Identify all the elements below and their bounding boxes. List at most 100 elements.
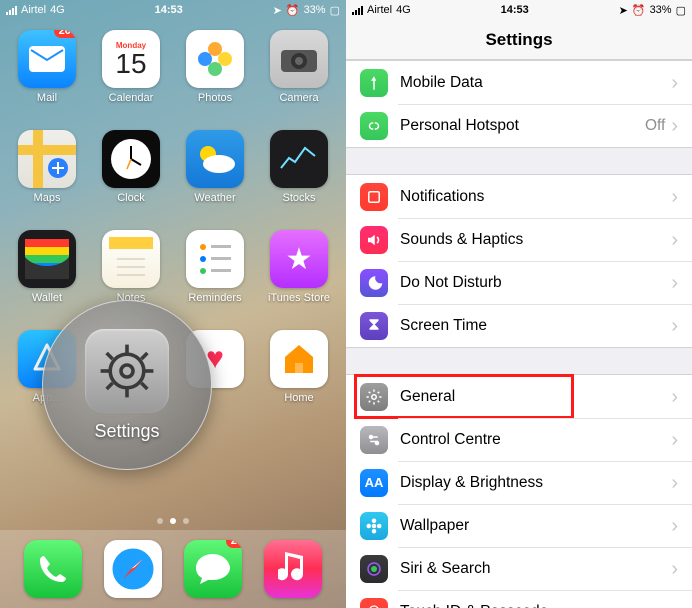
chevron-right-icon: › xyxy=(671,316,678,336)
touchid-icon xyxy=(360,598,388,608)
row-label: Do Not Disturb xyxy=(400,274,671,292)
row-label: General xyxy=(400,388,671,406)
dock-music[interactable] xyxy=(264,540,322,598)
page-title: Settings xyxy=(346,20,692,60)
chevron-right-icon: › xyxy=(671,187,678,207)
dock-messages[interactable]: 28 xyxy=(184,540,242,598)
row-label: Touch ID & Passcode xyxy=(400,603,671,608)
chevron-right-icon: › xyxy=(671,230,678,250)
app-label: iTunes Store xyxy=(268,292,330,304)
personal-hotspot-icon xyxy=(360,112,388,140)
dock-safari[interactable] xyxy=(104,540,162,598)
control-centre-icon xyxy=(360,426,388,454)
location-icon: ➤ xyxy=(619,4,628,17)
row-general[interactable]: General› xyxy=(346,375,692,418)
app-label: Photos xyxy=(198,92,232,104)
weather-icon xyxy=(186,130,244,188)
carrier-label: Airtel xyxy=(367,4,392,16)
general-icon xyxy=(360,383,388,411)
row-dnd[interactable]: Do Not Disturb› xyxy=(346,261,692,304)
app-weather[interactable]: Weather xyxy=(180,130,250,226)
mail-icon: 204 xyxy=(18,30,76,88)
carrier-label: Airtel xyxy=(21,4,46,16)
row-screen-time[interactable]: Screen Time› xyxy=(346,304,692,347)
row-notifications[interactable]: Notifications› xyxy=(346,175,692,218)
app-wallet[interactable]: Wallet xyxy=(12,230,82,326)
app-calendar[interactable]: Monday15 Calendar xyxy=(96,30,166,126)
row-label: Siri & Search xyxy=(400,560,671,578)
signal-icon xyxy=(6,6,17,15)
row-label: Screen Time xyxy=(400,317,671,335)
app-label: Stocks xyxy=(282,192,315,204)
app-photos[interactable]: Photos xyxy=(180,30,250,126)
app-label: Weather xyxy=(194,192,235,204)
app-clock[interactable]: Clock xyxy=(96,130,166,226)
settings-group: Notifications›Sounds & Haptics›Do Not Di… xyxy=(346,174,692,348)
home-icon xyxy=(270,330,328,388)
chevron-right-icon: › xyxy=(671,116,678,136)
siri-icon xyxy=(360,555,388,583)
app-reminders[interactable]: Reminders xyxy=(180,230,250,326)
dock-phone[interactable] xyxy=(24,540,82,598)
calendar-icon: Monday15 xyxy=(102,30,160,88)
app-itunes[interactable]: ★ iTunes Store xyxy=(264,230,334,326)
app-label: Wallet xyxy=(32,292,62,304)
app-home[interactable]: Home xyxy=(264,330,334,426)
settings-app-icon[interactable] xyxy=(85,329,169,413)
app-label: Calendar xyxy=(109,92,154,104)
row-label: Display & Brightness xyxy=(400,474,671,492)
row-display[interactable]: AA Display & Brightness› xyxy=(346,461,692,504)
badge: 204 xyxy=(54,30,76,38)
wallet-icon xyxy=(18,230,76,288)
photos-icon xyxy=(186,30,244,88)
app-label: Home xyxy=(284,392,313,404)
row-touchid[interactable]: Touch ID & Passcode› xyxy=(346,590,692,608)
settings-list[interactable]: Mobile Data›Personal HotspotOff›Notifica… xyxy=(346,60,692,608)
settings-group: Mobile Data› Personal HotspotOff › xyxy=(346,60,692,148)
row-label: Personal Hotspot xyxy=(400,117,645,135)
display-icon: AA xyxy=(360,469,388,497)
row-sounds[interactable]: Sounds & Haptics› xyxy=(346,218,692,261)
chevron-right-icon: › xyxy=(671,387,678,407)
itunes-icon: ★ xyxy=(270,230,328,288)
row-wallpaper[interactable]: Wallpaper› xyxy=(346,504,692,547)
badge: 28 xyxy=(226,540,242,548)
settings-magnifier: Settings xyxy=(42,300,212,470)
row-personal-hotspot[interactable]: Personal HotspotOff › xyxy=(346,104,692,147)
row-siri[interactable]: Siri & Search› xyxy=(346,547,692,590)
notifications-icon xyxy=(360,183,388,211)
app-mail[interactable]: 204 Mail xyxy=(12,30,82,126)
battery-icon: ▢ xyxy=(330,4,340,17)
status-bar-left: Airtel 4G 14:53 ➤ ⏰ 33% ▢ xyxy=(0,0,346,20)
status-bar-right: Airtel 4G 14:53 ➤ ⏰ 33% ▢ xyxy=(346,0,692,20)
app-maps[interactable]: Maps xyxy=(12,130,82,226)
dock: 28 xyxy=(0,530,346,608)
network-label: 4G xyxy=(396,4,411,16)
camera-icon xyxy=(270,30,328,88)
row-control-centre[interactable]: Control Centre› xyxy=(346,418,692,461)
wallpaper-icon xyxy=(360,512,388,540)
alarm-icon: ⏰ xyxy=(632,4,646,17)
chevron-right-icon: › xyxy=(671,473,678,493)
app-label: Clock xyxy=(117,192,145,204)
app-label: Maps xyxy=(34,192,61,204)
row-value: Off xyxy=(645,117,665,135)
mobile-data-icon xyxy=(360,69,388,97)
page-dots[interactable] xyxy=(0,518,346,524)
row-label: Wallpaper xyxy=(400,517,671,535)
app-label: Camera xyxy=(279,92,318,104)
reminders-icon xyxy=(186,230,244,288)
app-camera[interactable]: Camera xyxy=(264,30,334,126)
chevron-right-icon: › xyxy=(671,273,678,293)
dnd-icon xyxy=(360,269,388,297)
notes-icon xyxy=(102,230,160,288)
row-label: Sounds & Haptics xyxy=(400,231,671,249)
row-mobile-data[interactable]: Mobile Data› xyxy=(346,61,692,104)
app-label: Mail xyxy=(37,92,57,104)
home-screen: Airtel 4G 14:53 ➤ ⏰ 33% ▢ 204 Mail Monday1… xyxy=(0,0,346,608)
stocks-icon xyxy=(270,130,328,188)
chevron-right-icon: › xyxy=(671,516,678,536)
app-stocks[interactable]: Stocks xyxy=(264,130,334,226)
clock-icon xyxy=(102,130,160,188)
network-label: 4G xyxy=(50,4,65,16)
